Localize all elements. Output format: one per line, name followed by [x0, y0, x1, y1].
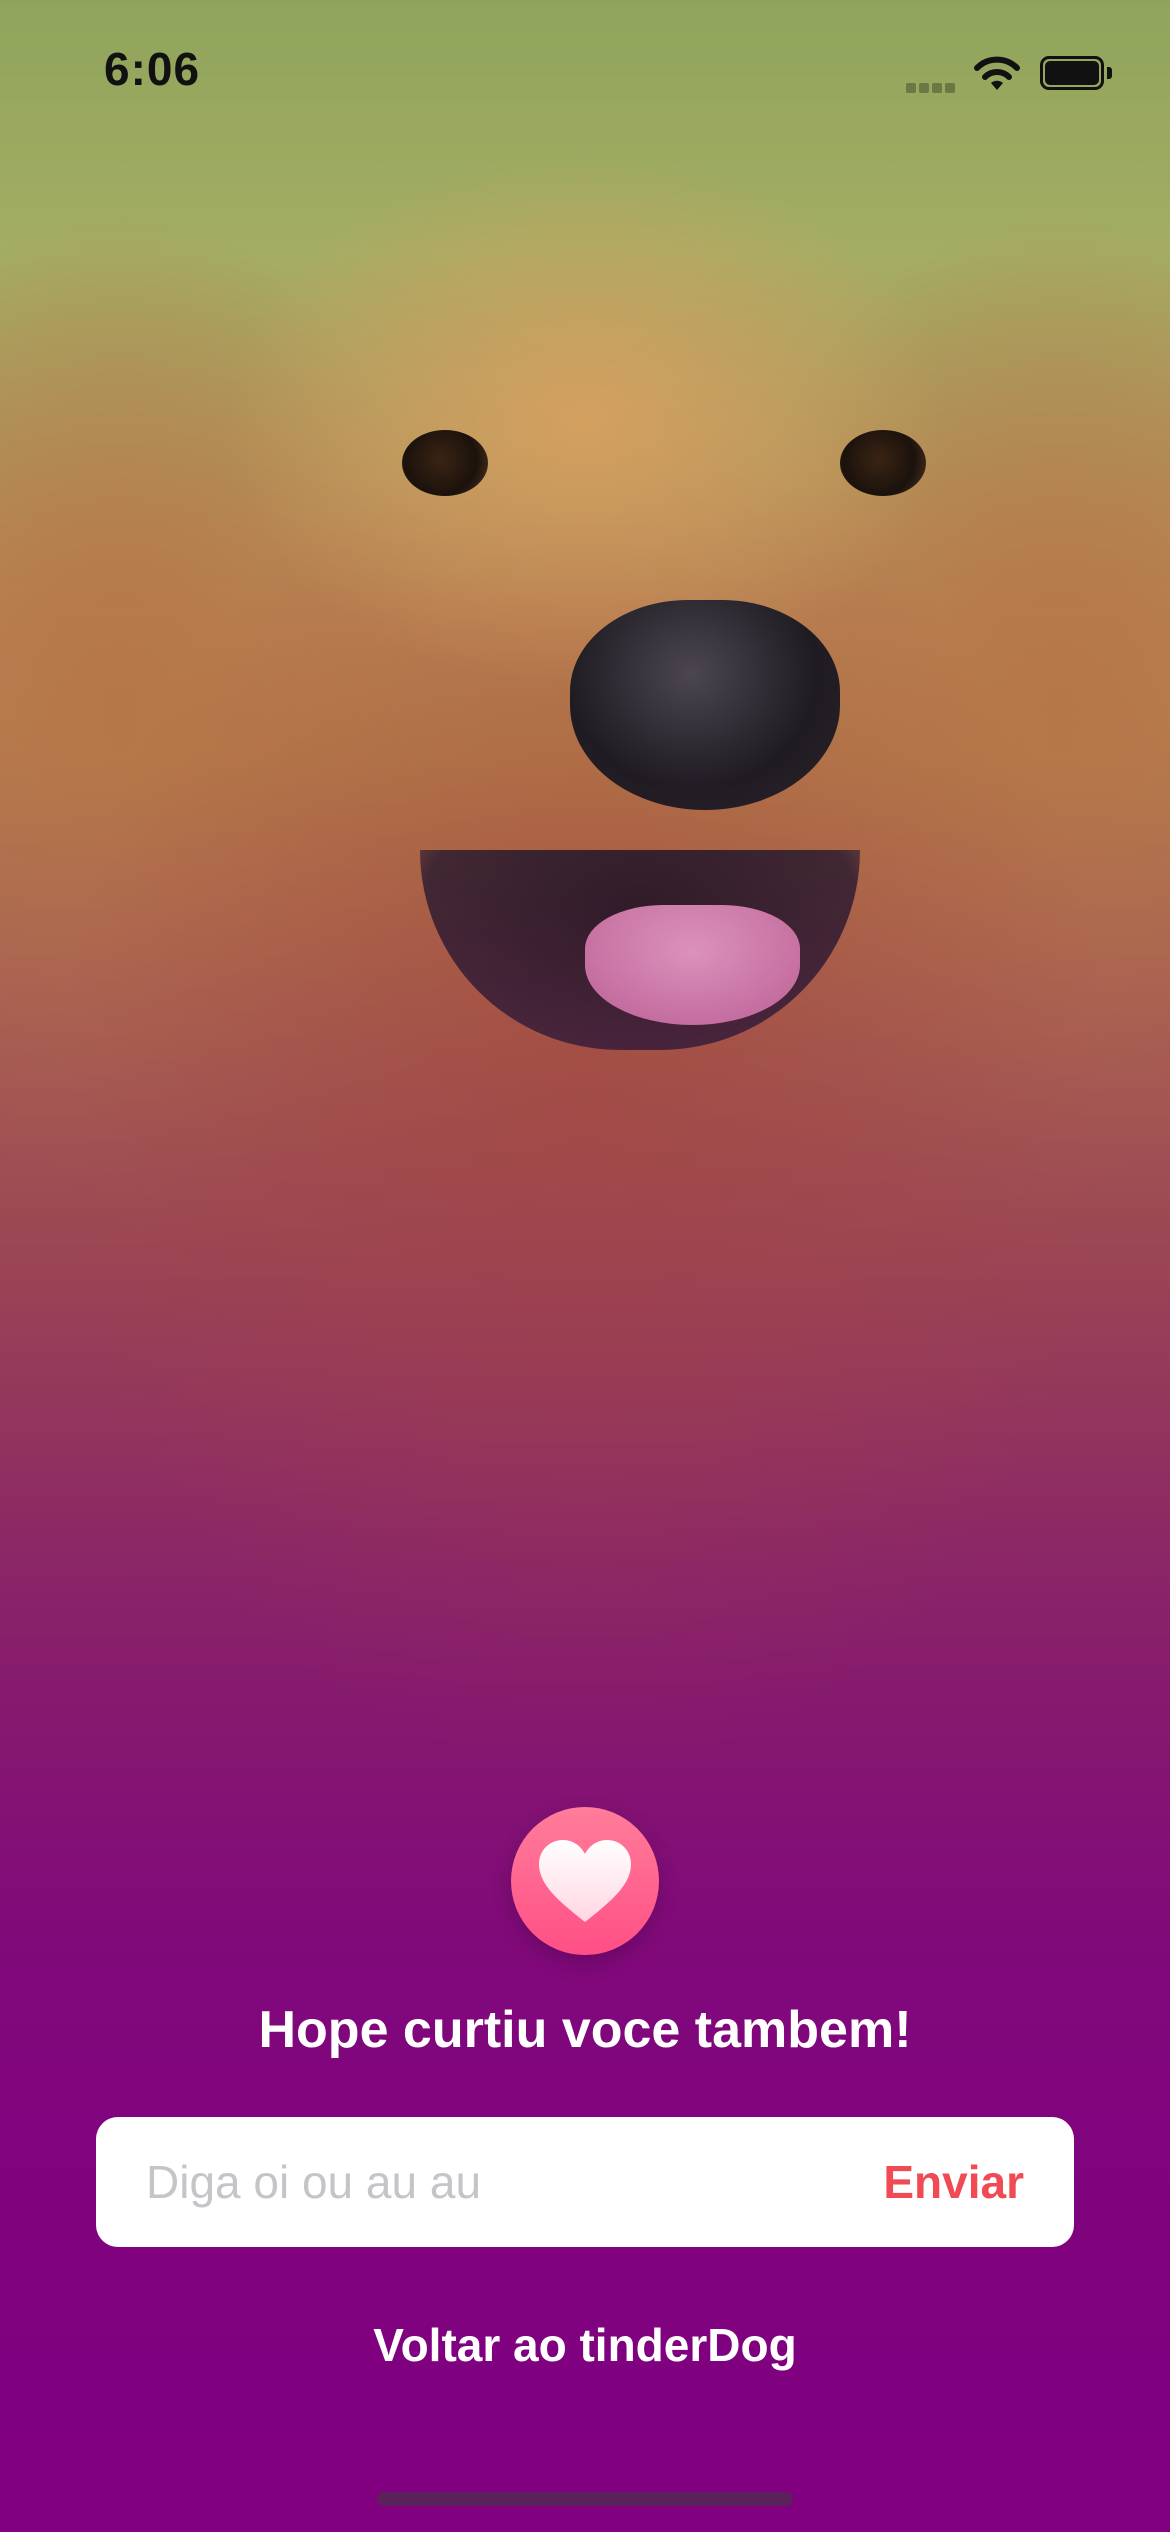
heart-icon	[539, 1840, 631, 1922]
message-box: Enviar	[96, 2117, 1074, 2247]
match-title: Hope curtiu voce tambem!	[258, 2001, 912, 2059]
match-heart-badge	[511, 1807, 659, 1955]
status-time: 6:06	[104, 43, 201, 95]
send-button[interactable]: Enviar	[883, 2155, 1024, 2209]
cellular-signal-icon	[906, 80, 960, 93]
message-input[interactable]	[146, 2155, 884, 2209]
battery-icon	[1040, 56, 1114, 92]
wifi-icon	[972, 56, 1022, 92]
status-bar: 6:06	[0, 0, 1170, 140]
home-indicator[interactable]	[377, 2492, 793, 2506]
back-to-tinderdog-button[interactable]: Voltar ao tinderDog	[0, 2318, 1170, 2372]
